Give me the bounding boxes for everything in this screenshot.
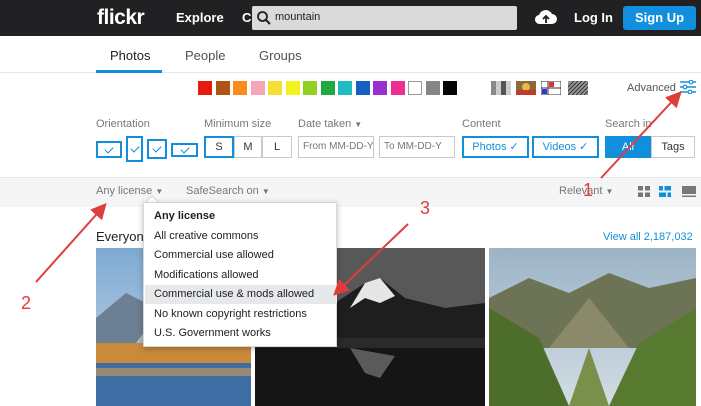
flickr-search-page: flickr Explore C mountain Log In Sign Up…	[0, 0, 701, 406]
annotation-number-2: 2	[21, 293, 32, 313]
annotation-number-1: 1	[583, 180, 594, 200]
annotation-arrows	[35, 91, 682, 296]
annotation-number-3: 3	[420, 198, 431, 218]
